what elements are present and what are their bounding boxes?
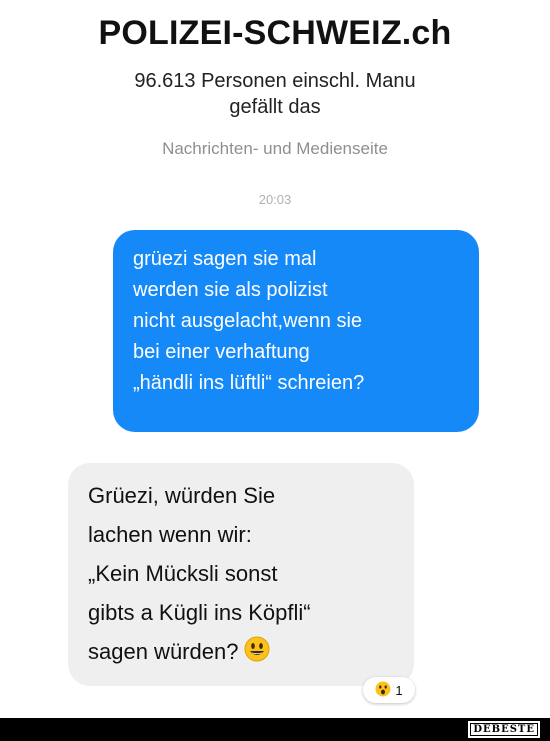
reaction-count: 1 [395,682,403,698]
message-line-last: sagen würden? [88,632,400,674]
likes-info: 96.613 Personen einschl. Manu gefällt da… [40,68,510,120]
watermark-logo: DEBESTE [468,721,540,738]
message-line: gibts a Kügli ins Köpfli“ [88,600,311,625]
message-line: „händli ins lüftli“ schreien? [133,372,365,394]
likes-line-1: 96.613 Personen einschl. Manu [134,70,416,92]
message-text: sagen würden? [88,639,239,664]
message-line: bei einer verhaftung [133,341,310,363]
message-timestamp: 20:03 [258,192,292,207]
message-line: werden sie als polizist [133,279,328,301]
outgoing-message-bubble[interactable]: grüezi sagen sie mal werden sie als poli… [113,230,479,432]
likes-line-2: gefällt das [229,96,321,118]
smiley-emoji-icon [244,635,270,674]
bottom-bar: DEBESTE [0,718,550,741]
message-line: lachen wenn wir: [88,522,252,547]
incoming-message-bubble[interactable]: Grüezi, würden Sie lachen wenn wir: „Kei… [68,463,414,686]
message-line: grüezi sagen sie mal [133,248,317,270]
surprised-emoji-icon [375,681,391,700]
message-line: Grüezi, würden Sie [88,483,276,508]
message-line: nicht ausgelacht,wenn sie [133,310,363,332]
message-line: „Kein Mücksli sonst [88,561,278,586]
reaction-badge[interactable]: 1 [363,677,415,703]
page-category: Nachrichten- und Medienseite [162,139,388,158]
page-title[interactable]: POLIZEI-SCHWEIZ.ch [0,14,550,53]
